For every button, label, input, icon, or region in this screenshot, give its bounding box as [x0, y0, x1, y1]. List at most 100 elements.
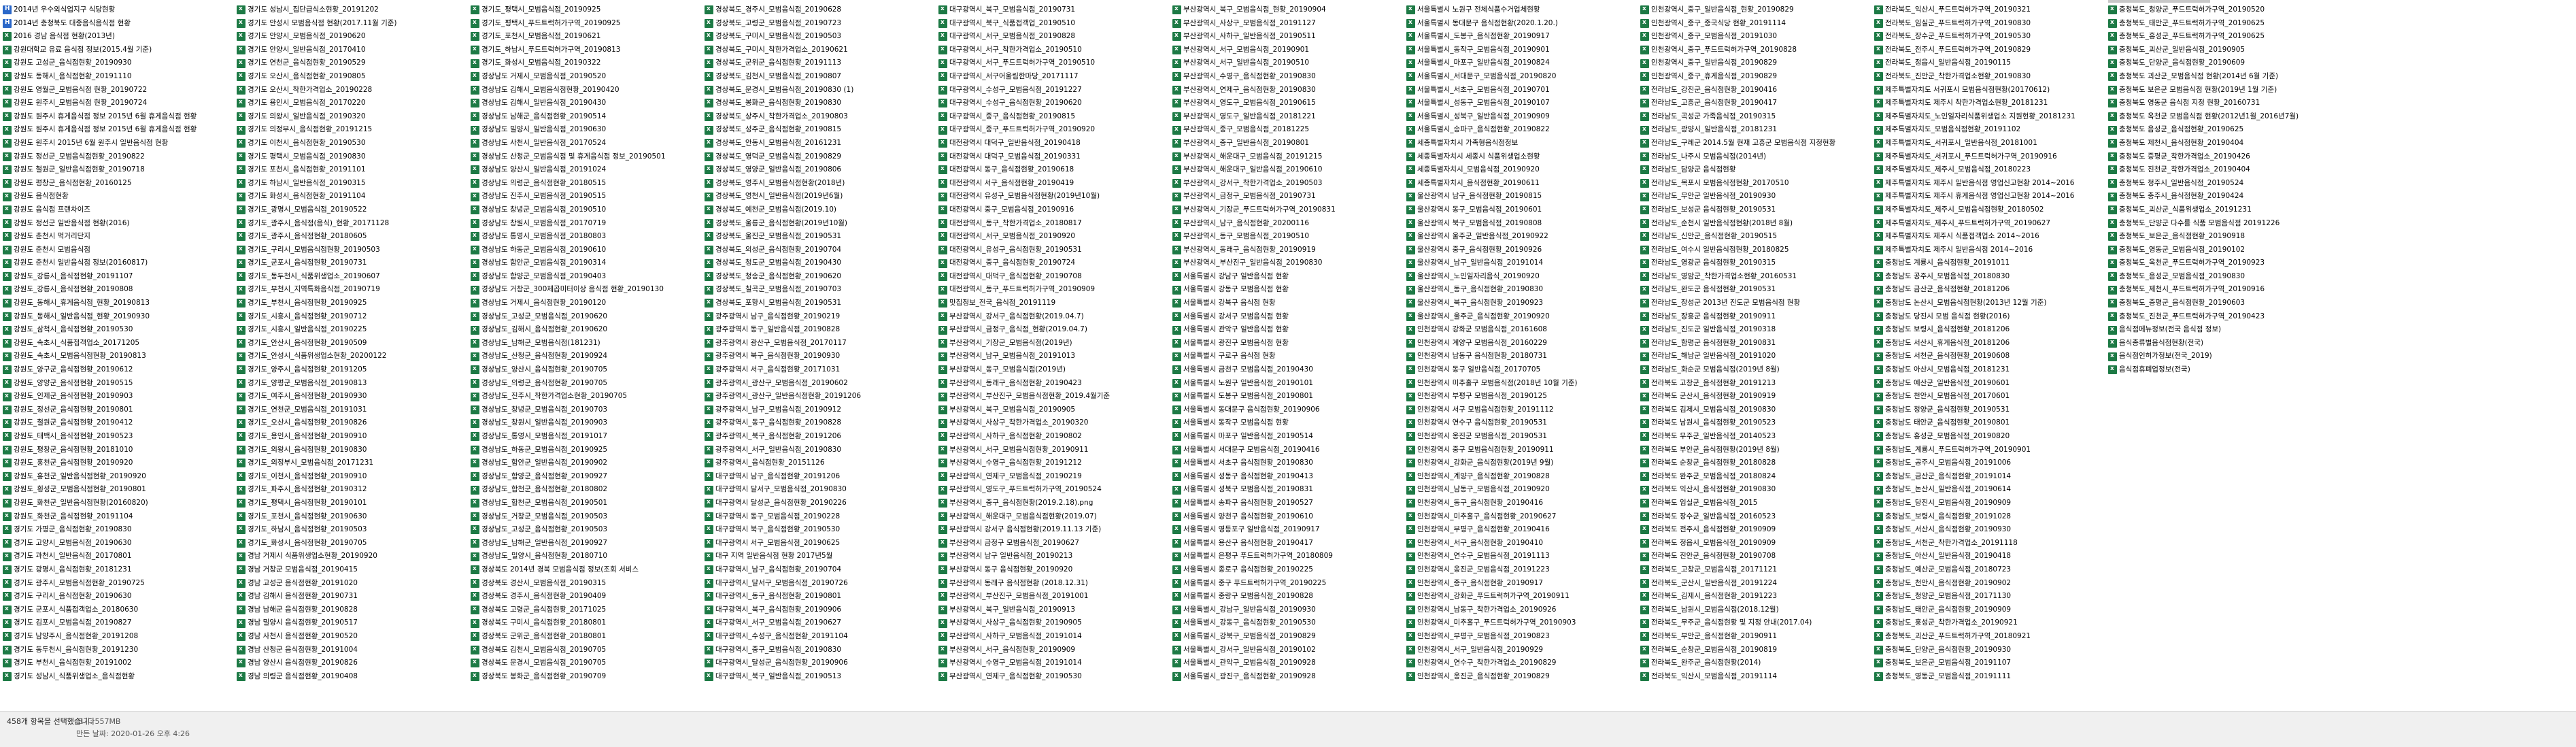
file-item[interactable]: 전라북도 남원시_음식점현황_20190523: [1639, 416, 1870, 430]
file-item[interactable]: 경남 밀양시 음식점현황_20190517: [235, 616, 467, 630]
file-item[interactable]: 전라남도_영암군_착한가격업소현황_20160531: [1639, 270, 1870, 284]
file-item[interactable]: 경기도 고양시_모범음식점_20190630: [1, 537, 233, 550]
file-item[interactable]: 충청남도 서산시_휴게음식점_20181206: [1873, 337, 2104, 350]
file-item[interactable]: 부산광역시 남구 일반음식점_20190213: [937, 550, 1168, 563]
file-item[interactable]: 인천광역시_남동구_착한가격업소_20190926: [1405, 603, 1636, 617]
file-item[interactable]: 경상남도 거창군_300제곱미터이상 음식점 현황_20190130: [469, 283, 700, 297]
file-item[interactable]: 전라북도 순창군_음식점현황_20180828: [1639, 456, 1870, 470]
file-item[interactable]: 경기도 의정부시_음식점현황_20191215: [235, 123, 467, 137]
file-item[interactable]: 서울특별시_광진구_음식점현황_20190928: [1171, 670, 1402, 684]
file-item[interactable]: 경기도 김포시_모범음식점_20190827: [1, 616, 233, 630]
file-item[interactable]: 인천광역시_남동구_모범음식점_20190920: [1405, 483, 1636, 497]
file-item[interactable]: 광주광역시_북구_음식점현황_20191206: [703, 430, 934, 444]
file-item[interactable]: 대구광역시_서구어울림한마당_20171117: [937, 70, 1168, 84]
file-item[interactable]: 경기도_광주시_음식점(음식)_현황_20171128: [235, 217, 467, 231]
file-item[interactable]: 강원도 원주시 2015년 6월 원주시 일반음식점 현황: [1, 137, 233, 150]
file-item[interactable]: 인천광역시 연수구 음식점현황_20190531: [1405, 416, 1636, 430]
file-item[interactable]: 충청북도_단양군_음식점현황_20190930: [1873, 644, 2104, 657]
file-item[interactable]: 경상남도_통영시_모범음식점_20191017: [469, 430, 700, 444]
file-item[interactable]: 전라북도 임실군_모범음식점_2015: [1639, 497, 1870, 510]
file-item[interactable]: 대구광역시_북구_모범음식점_20190731: [937, 3, 1168, 17]
file-item[interactable]: 경기도_시흥시_일반음식점_20190225: [235, 323, 467, 337]
file-item[interactable]: 경기도 가평군_음식점현황_20190830: [1, 523, 233, 537]
file-item[interactable]: 경기도_의왕시_음식점현황_20190830: [235, 444, 467, 457]
file-item[interactable]: 부산광역시_영도구_푸드트럭허가구역_20190524: [937, 483, 1168, 497]
file-item[interactable]: 인천광역시_부평구_모범음식점_20190823: [1405, 630, 1636, 644]
file-item[interactable]: 대구광역시_남구_음식점현황_20190704: [703, 563, 934, 577]
file-item[interactable]: 제주특별자치도 제주시 일반음식점 2014~2016: [1873, 244, 2104, 257]
file-item[interactable]: 부산광역시_부산진구_모범음식점_20191001: [937, 590, 1168, 603]
file-item[interactable]: 경상북도 2014년 경북 모범음식점 정보(조회 서비스: [469, 563, 700, 577]
file-item[interactable]: 인천광역시_연수구_모범음식점_20191113: [1405, 550, 1636, 563]
file-item[interactable]: 인천광역시_중구_일반음식점_20190829: [1639, 56, 1870, 70]
file-item[interactable]: 경상남도 의령군_음식점현황_20180515: [469, 177, 700, 190]
file-item[interactable]: 부산광역시_기장군_푸드트럭허가구역_20190831: [1171, 203, 1402, 217]
file-item[interactable]: 서울특별시 광진구 모범음식점 현황: [1171, 337, 1402, 350]
file-item[interactable]: 강원도 춘천시 모범음식점: [1, 244, 233, 257]
file-item[interactable]: 서울특별시 구로구 음식점 현황: [1171, 350, 1402, 363]
file-item[interactable]: 경상남도 창녕군_모범음식점_20190510: [469, 203, 700, 217]
file-item[interactable]: 전라남도_진도군 일반음식점_20190318: [1639, 323, 1870, 337]
file-item[interactable]: 서울특별시 도봉구 모범음식점_20190801: [1171, 390, 1402, 403]
file-item[interactable]: 전라남도_함평군 음식점현황_20190831: [1639, 337, 1870, 350]
file-item[interactable]: 경상북도_영덕군_모범음식점_20190829: [703, 150, 934, 164]
file-item[interactable]: 대구광역시 동구_모범음식점_20190228: [703, 510, 934, 524]
file-item[interactable]: 세종특별자치시 가족형음식점정보: [1405, 137, 1636, 150]
file-item[interactable]: 전라북도_정읍시_일반음식점_20190115: [1873, 56, 2104, 70]
file-item[interactable]: 경상북도 경산시_모범음식점_20190315: [469, 577, 700, 591]
file-item[interactable]: 경기도 과천시_일반음식점_20170801: [1, 550, 233, 563]
file-item[interactable]: 강원도_평창군_음식점현황_20181010: [1, 444, 233, 457]
file-item[interactable]: 전라남도_여수시 일반음식점현황_20180825: [1639, 244, 1870, 257]
file-item[interactable]: 충청북도_단양군_음식점현황_20190609: [2107, 56, 2338, 70]
file-item[interactable]: 광주광역시 광산구_모범음식점_20170117: [703, 337, 934, 350]
file-item[interactable]: 울산광역시_남구_일반음식점_20191014: [1405, 256, 1636, 270]
file-item[interactable]: 전라남도_보성군 음식점현황_20190531: [1639, 203, 1870, 217]
file-item[interactable]: 서울특별시 강북구 음식점 현황: [1171, 297, 1402, 310]
file-item[interactable]: 경기도_시흥시_음식점현황_20190712: [235, 310, 467, 324]
file-item[interactable]: 서울특별시 동대문구 음식점현황(2020.1.20.): [1405, 17, 1636, 31]
file-item[interactable]: 충청북도_괴산군_푸드트럭허가구역_20180921: [1873, 630, 2104, 644]
file-item[interactable]: 광주광역시 서구_음식점현황_20171031: [703, 363, 934, 377]
file-item[interactable]: 부산광역시_북구_모범음식점_20190905: [937, 403, 1168, 417]
file-item[interactable]: 전라북도_익산시_푸드트럭허가구역_20190321: [1873, 3, 2104, 17]
file-item[interactable]: 서울특별시_서대문구_모범음식점_20190820: [1405, 70, 1636, 84]
file-item[interactable]: 부산광역시_서구_모범음식점_20190901: [1171, 44, 1402, 57]
file-item[interactable]: 부산광역시 동구 음식점현황_20190920: [937, 563, 1168, 577]
file-item[interactable]: 충청남도_서천군_착한가격업소_20191118: [1873, 537, 2104, 550]
file-item[interactable]: 경상남도_양산시_음식점현황_20190705: [469, 363, 700, 377]
file-item[interactable]: 경기도 군포시_식품접객업소_20180630: [1, 603, 233, 617]
file-item[interactable]: 전라남도_목포시 모범음식점현황_20170510: [1639, 177, 1870, 190]
file-item[interactable]: 전라북도_장수군_푸드트럭허가구역_20190530: [1873, 30, 2104, 44]
file-item[interactable]: 경상남도_함양군_음식점현황_20190927: [469, 470, 700, 484]
file-item[interactable]: 경상북도_의성군_음식점현황_20190704: [703, 244, 934, 257]
file-item[interactable]: 부산광역시_사상구_모범음식점_20191127: [1171, 17, 1402, 31]
file-item[interactable]: 충청남도_태안군_음식점현황_20190909: [1873, 603, 2104, 617]
file-item[interactable]: 경상남도 함안군_모범음식점_20190314: [469, 256, 700, 270]
file-item[interactable]: 전라남도_고흥군_음식점현황_20190417: [1639, 97, 1870, 110]
file-item[interactable]: 경상북도_청도군_모범음식점_20190430: [703, 256, 934, 270]
file-item[interactable]: 제주특별자치도 제주시 식품접객업소 2014~2016: [1873, 230, 2104, 244]
file-item[interactable]: 경기도 광명시_음식점현황_20181231: [1, 563, 233, 577]
file-item[interactable]: 경상남도 남해군_음식점현황_20190514: [469, 110, 700, 124]
file-item[interactable]: 충청북도_보은군_음식점현황_20190918: [2107, 230, 2338, 244]
file-item[interactable]: 경기도 화성시_음식점현황_20191104: [235, 190, 467, 203]
file-item[interactable]: 경상남도 산청군_모범음식점 및 휴게음식점 정보_20190501: [469, 150, 700, 164]
file-item[interactable]: 인천광역시_옹진군_음식점현황_20190829: [1405, 670, 1636, 684]
file-item[interactable]: 전라북도 고창군_음식점현황_20191213: [1639, 377, 1870, 391]
file-item[interactable]: 대전광역시 동구_음식점현황_20190618: [937, 163, 1168, 177]
file-item[interactable]: 경기도 의왕시_일반음식점_20190320: [235, 110, 467, 124]
file-item[interactable]: 충청남도 금산군_음식점현황_20181206: [1873, 283, 2104, 297]
file-item[interactable]: 충청남도 계룡시_음식점현황_20191011: [1873, 256, 2104, 270]
file-item[interactable]: 인천광역시_중구_휴게음식점_20190829: [1639, 70, 1870, 84]
file-item[interactable]: 울산광역시_북구_음식점현황_20190923: [1405, 297, 1636, 310]
file-item[interactable]: 인천광역시 강화군 모범음식점_20161608: [1405, 323, 1636, 337]
file-item[interactable]: 전라남도_해남군 일반음식점_20191020: [1639, 350, 1870, 363]
file-item[interactable]: 경상북도_영주시_모범음식점현황(2018년): [703, 177, 934, 190]
file-item[interactable]: 부산광역시_서구_일반음식점_20190510: [1171, 56, 1402, 70]
file-item[interactable]: 부산광역시_해운대구_일반음식점_20190610: [1171, 163, 1402, 177]
file-item[interactable]: 강원도_홍천군_음식점현황_20190920: [1, 456, 233, 470]
file-item[interactable]: 전라남도_광양시_일반음식점_20181231: [1639, 123, 1870, 137]
file-item[interactable]: 경상북도_예천군_모범음식점(2019.10): [703, 203, 934, 217]
file-item[interactable]: 대구광역시_서구_푸드트럭허가구역_20190510: [937, 56, 1168, 70]
file-item[interactable]: 서울특별시_도봉구_음식점현황_20190917: [1405, 30, 1636, 44]
